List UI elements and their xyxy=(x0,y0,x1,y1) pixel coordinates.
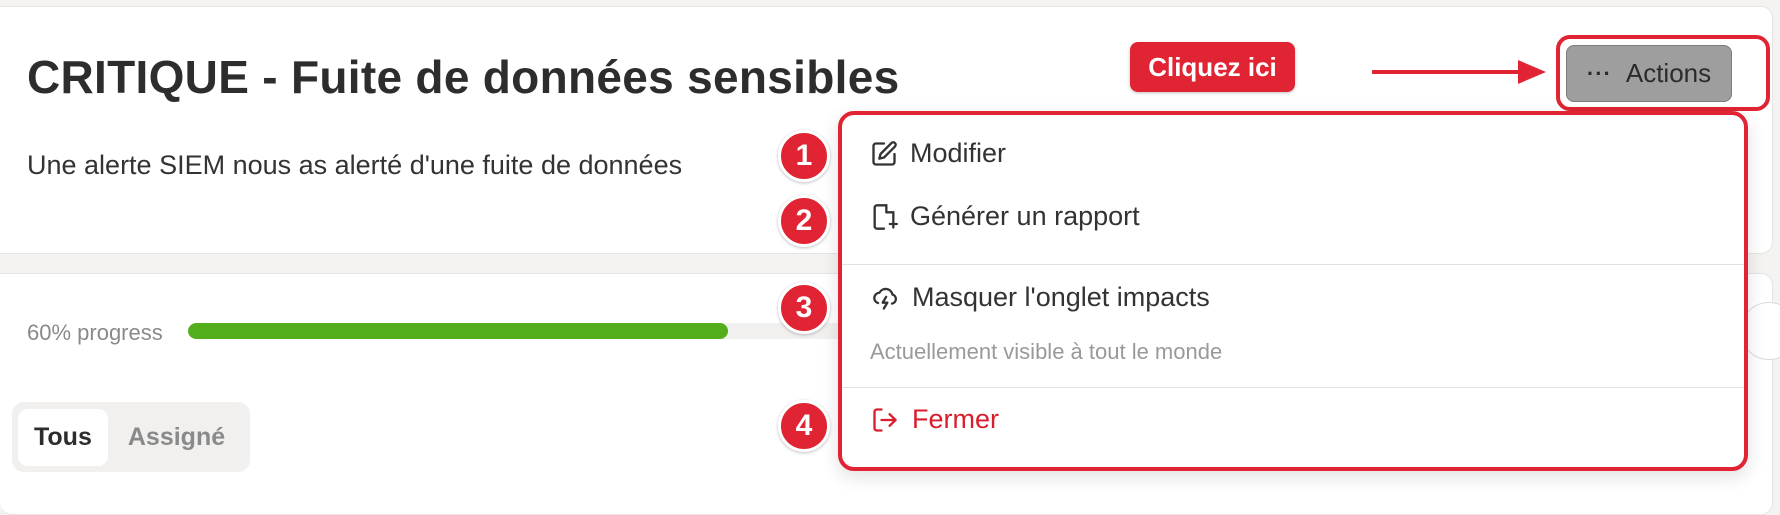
incident-title: CRITIQUE - Fuite de données sensibles xyxy=(27,51,900,103)
incident-description: Une alerte SIEM nous as alerté d'une fui… xyxy=(27,150,683,180)
actions-menu: Modifier Générer un rapport Masquer l'on… xyxy=(838,111,1748,471)
actions-button[interactable]: ··· Actions xyxy=(1566,45,1732,102)
menu-item-label: Générer un rapport xyxy=(910,201,1140,231)
menu-divider xyxy=(842,387,1744,388)
menu-item-generer-rapport[interactable]: Générer un rapport xyxy=(870,201,1140,232)
menu-item-label: Fermer xyxy=(912,404,999,434)
actions-button-label: Actions xyxy=(1625,58,1712,88)
arrow-right-icon xyxy=(1372,60,1546,84)
menu-divider xyxy=(842,264,1744,265)
menu-item-label: Masquer l'onglet impacts xyxy=(912,282,1210,312)
step-badge-2: 2 xyxy=(778,195,830,247)
cloud-lightning-icon xyxy=(873,287,898,310)
step-badge-4: 4 xyxy=(778,400,830,452)
step-badge-3: 3 xyxy=(778,282,830,334)
ellipsis-icon: ··· xyxy=(1586,60,1612,86)
progress-bar-fill xyxy=(188,323,728,339)
file-plus-icon xyxy=(873,203,898,230)
tab-assigne[interactable]: Assigné xyxy=(112,409,241,466)
click-here-callout: Cliquez ici xyxy=(1130,42,1295,92)
logout-icon xyxy=(873,407,897,432)
menu-item-label: Modifier xyxy=(910,138,1007,168)
menu-item-subtitle: Actuellement visible à tout le monde xyxy=(870,339,1223,364)
menu-item-masquer-impacts[interactable]: Masquer l'onglet impacts xyxy=(870,282,1210,313)
menu-item-modifier[interactable]: Modifier xyxy=(870,138,1006,169)
tab-switcher: Tous Assigné xyxy=(12,402,250,472)
progress-label: 60% progress xyxy=(27,320,163,345)
menu-item-fermer[interactable]: Fermer xyxy=(870,404,999,435)
edit-icon xyxy=(872,140,897,166)
tab-tous[interactable]: Tous xyxy=(18,408,108,466)
step-badge-1: 1 xyxy=(778,130,830,182)
